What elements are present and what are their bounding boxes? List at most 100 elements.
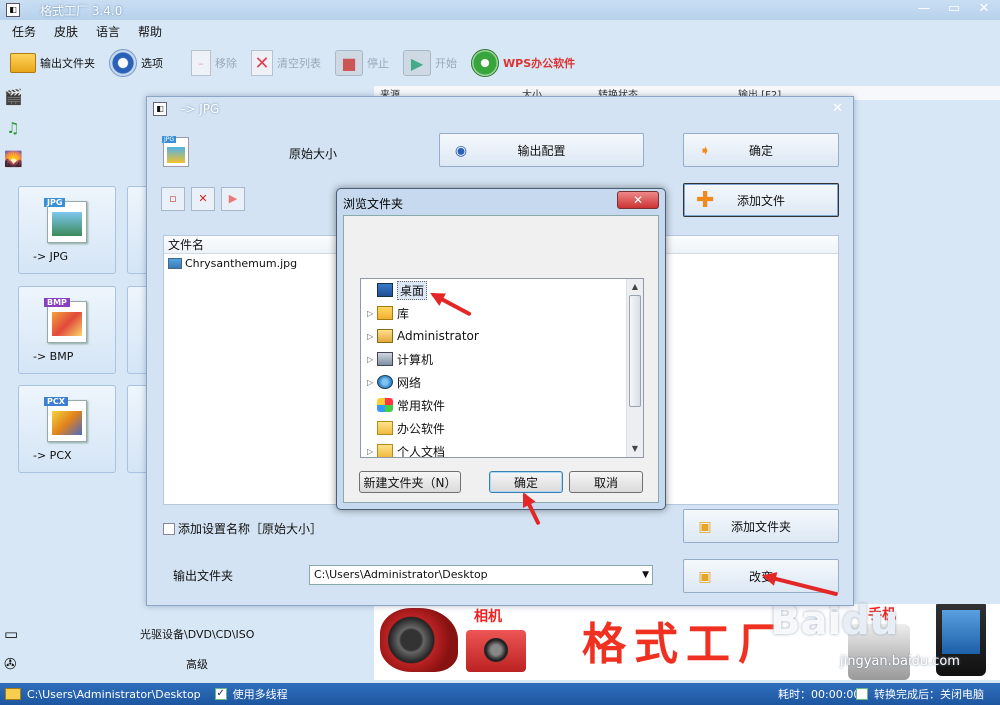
file-name: Chrysanthemum.jpg [185,256,298,270]
optical-device-item[interactable]: ▭ 光驱设备\DVD\CD\ISO [0,620,374,648]
clear-list-button[interactable]: ✕ 清空列表 [251,46,321,80]
remove-file-icon[interactable]: ▫ [161,187,185,211]
new-folder-button[interactable]: 新建文件夹（N） [359,471,461,493]
play-icon[interactable]: ▶ [221,187,245,211]
tree-item-label: 常用软件 [397,398,446,413]
multithread-label: 使用多线程 [232,688,288,701]
expand-icon[interactable]: ▷ [367,355,375,364]
expand-icon[interactable]: ▷ [367,309,375,318]
output-folder-button[interactable]: 输出文件夹 [10,46,95,80]
menu-language[interactable]: 语言 [96,23,120,40]
multithread-checkbox[interactable]: ✓ [214,688,227,700]
output-folder-value: C:\Users\Administrator\Desktop [314,568,488,581]
add-file-button[interactable]: ✚ 添加文件 [683,183,839,217]
output-folder-label: 输出文件夹 [173,569,234,583]
tree-item-network[interactable]: ▷ 网络 [361,371,629,393]
add-setting-name-checkbox[interactable] [163,522,175,535]
jpg-format-tag: JPG [162,136,177,143]
output-folder-select[interactable]: C:\Users\Administrator\Desktop ▼ [309,565,653,585]
output-config-button[interactable]: ◉ 输出配置 [439,133,644,167]
add-file-label: 添加文件 [736,193,785,208]
banner-title: 格式工厂 [582,619,790,670]
ok-button[interactable]: ➧ 确定 [683,133,839,167]
close-icon[interactable]: ✕ [832,101,843,116]
bmp-file-icon: BMP [44,298,87,343]
maximize-icon[interactable]: ▭ [946,2,962,16]
tree-item-office-software[interactable]: 办公软件 [361,417,629,439]
add-setting-name-option[interactable]: 添加设置名称［原始大小］ [163,520,322,537]
jpg-format-icon: JPG [162,136,189,167]
scroll-down-icon[interactable]: ▼ [627,441,643,457]
tree-item-administrator[interactable]: ▷ Administrator [361,325,629,347]
browse-dialog-title: 浏览文件夹 [343,197,404,211]
tile-pcx[interactable]: PCX -> PCX [18,385,116,473]
tree-item-library[interactable]: ▷ 库 [361,302,629,324]
tree-item-common-software[interactable]: 常用软件 [361,394,629,416]
chevron-down-icon[interactable]: ▼ [642,566,649,584]
video-category-icon[interactable]: 🎬 [4,88,23,106]
remove-button[interactable]: – 移除 [191,46,237,80]
title-bar: ◧ 格式工厂 3.4.0 — ▭ ✕ [0,0,1000,20]
folder-icon [377,421,393,435]
plus-icon: ✚ [696,188,715,213]
tree-item-label: 办公软件 [397,421,446,436]
tree-item-label: 库 [397,306,410,321]
scroll-up-icon[interactable]: ▲ [627,279,643,295]
status-path: C:\Users\Administrator\Desktop [27,687,201,701]
status-folder-icon[interactable] [5,688,21,700]
advanced-item[interactable]: ✇ 高级 [0,650,374,678]
window-title: 格式工厂 3.4.0 [40,3,123,18]
start-icon: ▶ [403,50,431,76]
menu-task[interactable]: 任务 [12,23,36,40]
expand-icon[interactable]: ▷ [367,378,375,387]
network-icon [377,375,393,389]
gear-icon [109,49,137,77]
size-label: 原始大小 [289,147,338,161]
shutdown-checkbox[interactable] [856,688,868,700]
folder-tree: 桌面 ▷ 库 ▷ Administrator ▷ 计算机 ▷ 网络 常用软件 办… [360,278,644,458]
format-dialog-titlebar: ◧ -> JPG ✕ [147,97,853,121]
user-folder-icon [377,329,393,343]
add-folder-button[interactable]: ▣ 添加文件夹 [683,509,839,543]
film-reel-icon: ✇ [4,655,17,673]
camera-image [466,630,526,672]
tree-item-personal-docs[interactable]: ▷ 个人文档 [361,440,629,457]
delete-file-icon[interactable]: ✕ [191,187,215,211]
tree-item-computer[interactable]: ▷ 计算机 [361,348,629,370]
output-config-label: 输出配置 [517,143,566,158]
library-icon [377,306,393,320]
tile-bmp[interactable]: BMP -> BMP [18,286,116,374]
browse-cancel-button[interactable]: 取消 [569,471,643,493]
tree-item-desktop[interactable]: 桌面 [361,279,629,301]
minimize-icon[interactable]: — [916,2,932,16]
stop-button[interactable]: ■ 停止 [335,46,389,80]
tile-jpg[interactable]: JPG -> JPG [18,186,116,274]
tree-item-label: 桌面 [397,280,428,300]
wps-button[interactable]: WPS办公软件 [471,46,575,80]
menu-bar: 任务 皮肤 语言 帮助 [0,20,1000,42]
format-dialog-title: -> JPG [181,102,220,116]
close-icon[interactable]: ✕ [617,191,659,209]
app-icon: ◧ [6,3,20,17]
pcx-file-icon: PCX [44,397,87,442]
options-button[interactable]: 选项 [109,46,163,80]
jpg-file-icon: JPG [44,198,87,243]
start-button[interactable]: ▶ 开始 [403,46,457,80]
picture-category-icon[interactable]: 🌄 [4,150,23,168]
ok-label: 确定 [748,143,773,158]
audio-category-icon[interactable]: ♫ [4,119,22,137]
tree-scrollbar[interactable]: ▲ ▼ [626,279,643,457]
stop-label: 停止 [367,57,389,70]
scroll-thumb[interactable] [629,295,641,407]
menu-skin[interactable]: 皮肤 [54,23,78,40]
close-icon[interactable]: ✕ [976,2,992,16]
elapsed-time: 耗时：00:00:00 [778,688,861,701]
expand-icon[interactable]: ▷ [367,332,375,341]
advanced-label: 高级 [186,658,208,671]
gear-icon: ◉ [454,143,468,159]
expand-icon[interactable]: ▷ [367,447,375,456]
bmp-tag: BMP [44,298,70,307]
status-bar: C:\Users\Administrator\Desktop ✓ 使用多线程 耗… [0,683,1000,705]
menu-help[interactable]: 帮助 [138,23,162,40]
tree-item-label: 网络 [397,375,422,390]
